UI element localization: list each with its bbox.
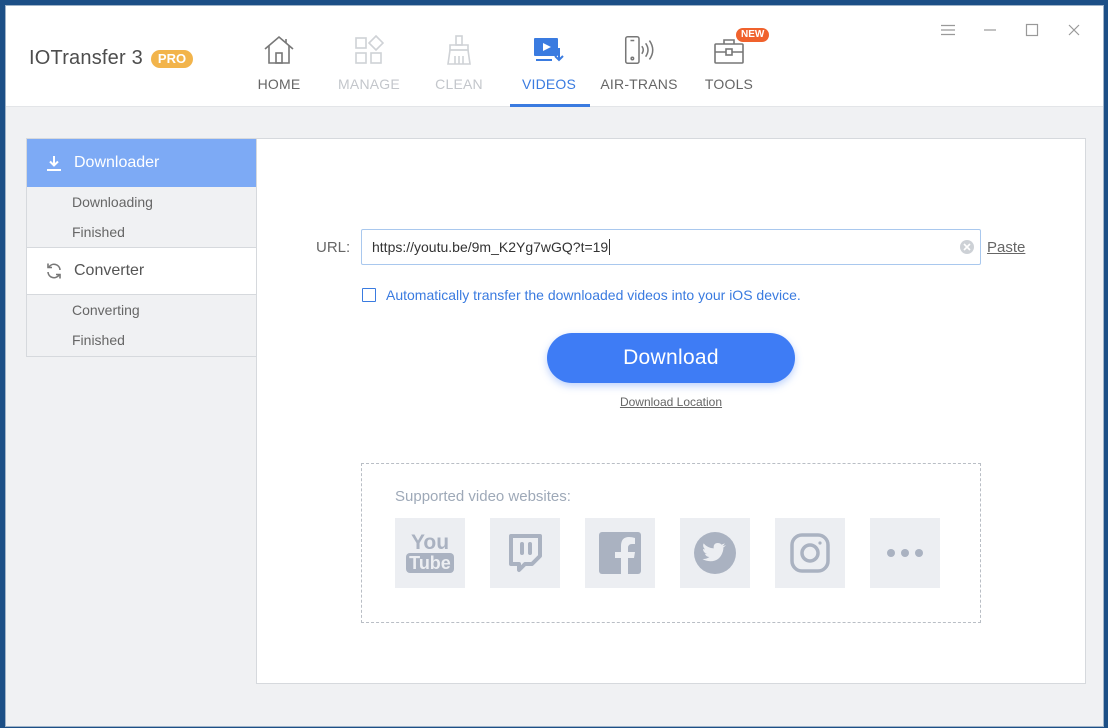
auto-transfer-label: Automatically transfer the downloaded vi… — [386, 287, 801, 303]
youtube-logo-bottom: Tube — [406, 552, 454, 573]
instagram-site[interactable] — [775, 518, 845, 588]
menu-button[interactable] — [927, 18, 969, 42]
nav-tools[interactable]: TOOLS NEW — [684, 28, 774, 107]
home-icon — [261, 32, 297, 68]
sidebar-item-convert-finished[interactable]: Finished — [27, 325, 257, 355]
nav-videos[interactable]: VIDEOS — [504, 32, 594, 107]
nav-home[interactable]: HOME — [234, 32, 324, 107]
paste-link[interactable]: Paste — [987, 239, 1025, 256]
download-icon — [47, 156, 61, 171]
sidebar: Downloader Downloading Finished Converte… — [26, 138, 257, 357]
pro-badge: PRO — [150, 49, 194, 68]
downloader-panel: URL: https://youtu.be/9m_K2Yg7wGQ?t=19 P… — [256, 138, 1086, 684]
broom-icon — [441, 32, 477, 68]
nav-manage[interactable]: MANAGE — [324, 32, 414, 107]
brand: IOTransfer 3 PRO — [29, 47, 194, 70]
facebook-icon — [599, 532, 641, 574]
instagram-icon — [790, 533, 830, 573]
nav-manage-label: MANAGE — [338, 76, 400, 92]
nav-air-trans-label: AIR-TRANS — [600, 76, 678, 92]
url-value: https://youtu.be/9m_K2Yg7wGQ?t=19 — [372, 239, 609, 255]
site-list: You Tube — [395, 518, 965, 588]
supported-sites-box: Supported video websites: You Tube — [361, 463, 981, 623]
supported-sites-title: Supported video websites: — [395, 488, 571, 505]
nav-videos-label: VIDEOS — [521, 76, 577, 92]
twitch-icon — [509, 534, 542, 572]
title-bar: IOTransfer 3 PRO HOME MANAGE CLEAN VIDEO… — [6, 6, 1103, 107]
sidebar-item-download-finished[interactable]: Finished — [27, 217, 257, 247]
more-icon — [887, 549, 923, 557]
nav-clean-label: CLEAN — [435, 76, 483, 92]
nav-clean[interactable]: CLEAN — [414, 32, 504, 107]
twitter-icon — [694, 532, 736, 574]
sidebar-downloader-label: Downloader — [74, 154, 160, 171]
more-sites[interactable] — [870, 518, 940, 588]
menu-icon — [941, 24, 955, 36]
twitch-site[interactable] — [490, 518, 560, 588]
video-download-icon — [531, 32, 567, 68]
sidebar-converter-label: Converter — [74, 262, 145, 279]
url-input[interactable]: https://youtu.be/9m_K2Yg7wGQ?t=19 — [361, 229, 981, 265]
app-name: IOTransfer 3 — [29, 47, 143, 69]
main-nav: HOME MANAGE CLEAN VIDEOS AIR-TRANS TOOLS… — [234, 28, 774, 107]
window-controls — [927, 18, 1095, 42]
clear-url-icon[interactable] — [959, 239, 975, 255]
sidebar-downloader[interactable]: Downloader — [27, 139, 257, 187]
sidebar-converter[interactable]: Converter — [27, 247, 257, 295]
minimize-button[interactable] — [969, 18, 1011, 42]
close-icon — [1068, 24, 1080, 36]
minimize-icon — [984, 29, 996, 31]
nav-tools-label: TOOLS — [704, 76, 754, 92]
sidebar-item-converting[interactable]: Converting — [27, 295, 257, 325]
refresh-icon — [47, 263, 61, 279]
download-button[interactable]: Download — [547, 333, 795, 383]
text-caret — [609, 239, 611, 255]
youtube-icon: You Tube — [406, 530, 454, 574]
phone-wireless-icon — [621, 32, 657, 68]
youtube-site[interactable]: You Tube — [395, 518, 465, 588]
download-location-link[interactable]: Download Location — [547, 395, 795, 409]
url-label: URL: — [316, 239, 351, 256]
nav-air-trans[interactable]: AIR-TRANS — [594, 32, 684, 107]
maximize-icon — [1025, 23, 1039, 37]
close-button[interactable] — [1053, 18, 1095, 42]
app-window: IOTransfer 3 PRO HOME MANAGE CLEAN VIDEO… — [5, 5, 1104, 727]
maximize-button[interactable] — [1011, 18, 1053, 42]
nav-home-label: HOME — [257, 76, 301, 92]
facebook-site[interactable] — [585, 518, 655, 588]
grid-icon — [351, 32, 387, 68]
sidebar-item-downloading[interactable]: Downloading — [27, 187, 257, 217]
youtube-logo-top: You — [410, 530, 450, 554]
auto-transfer-option[interactable]: Automatically transfer the downloaded vi… — [362, 287, 801, 303]
auto-transfer-checkbox[interactable] — [362, 288, 376, 302]
new-badge: NEW — [736, 28, 770, 42]
twitter-site[interactable] — [680, 518, 750, 588]
